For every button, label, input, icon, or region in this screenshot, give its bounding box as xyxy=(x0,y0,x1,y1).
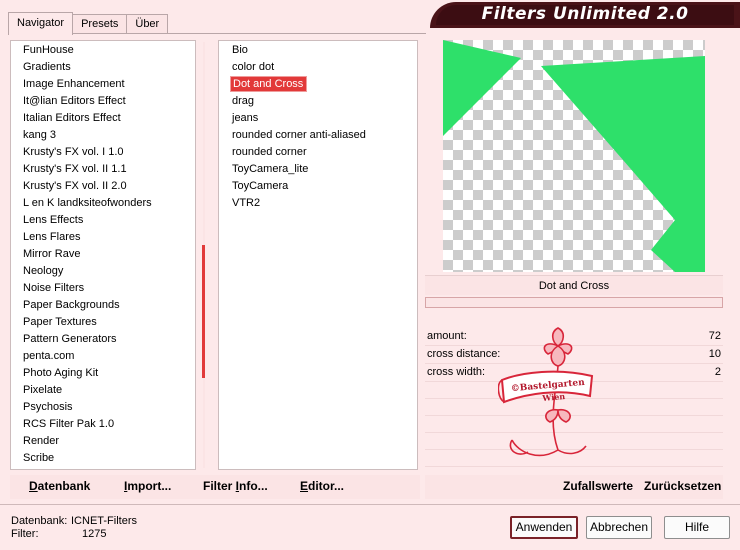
category-scrollbar[interactable] xyxy=(196,40,212,470)
category-item[interactable]: Lens Flares xyxy=(11,229,195,246)
status-area: Datenbank: ICNET-Filters Filter: 1275 xyxy=(11,515,137,541)
category-item[interactable]: Noise Filters xyxy=(11,280,195,297)
datenbank-button[interactable]: Datenbank xyxy=(29,479,90,493)
category-item[interactable]: Image Enhancement xyxy=(11,76,195,93)
filter-list[interactable]: Bio color dot Dot and Cross drag jeans rounde… xyxy=(218,40,418,470)
apply-button[interactable]: Anwenden xyxy=(510,516,578,539)
progress-bar xyxy=(425,297,723,308)
filter-item[interactable]: jeans xyxy=(219,110,417,127)
current-filter-name: Dot and Cross xyxy=(425,275,723,295)
category-item[interactable]: Gradients xyxy=(11,59,195,76)
param-value: 10 xyxy=(708,348,721,360)
watermark-line2: Wien xyxy=(541,391,566,403)
category-item[interactable]: Paper Textures xyxy=(11,314,195,331)
db-label: Datenbank: xyxy=(11,515,68,527)
zufallswerte-button[interactable]: Zufallswerte xyxy=(563,479,633,493)
left-toolbar: Datenbank Import... Filter Info... Edito… xyxy=(10,475,420,499)
zuruecksetzen-button[interactable]: Zurücksetzen xyxy=(644,479,721,493)
category-item[interactable]: Photo Aging Kit xyxy=(11,365,195,382)
category-item[interactable]: RCS Filter Pak 1.0 xyxy=(11,416,195,433)
tab-navigator[interactable]: Navigator xyxy=(8,12,74,35)
category-list[interactable]: FunHouse Gradients Image Enhancement It@lia… xyxy=(10,40,196,470)
category-item[interactable]: Krusty's FX vol. II 2.0 xyxy=(11,178,195,195)
tab-ueber[interactable]: Über xyxy=(126,14,169,34)
filter-item[interactable]: color dot xyxy=(219,59,417,76)
category-list-items: FunHouse Gradients Image Enhancement It@lia… xyxy=(11,41,195,469)
filter-count-value: 1275 xyxy=(82,528,107,540)
category-item[interactable]: Lens Effects xyxy=(11,212,195,229)
param-label: cross width: xyxy=(427,366,486,378)
filter-item[interactable]: VTR2 xyxy=(219,195,417,212)
category-item[interactable]: Pixelate xyxy=(11,382,195,399)
title-bar: Filters Unlimited 2.0 xyxy=(430,2,740,28)
param-value: 72 xyxy=(708,330,721,342)
preview-area xyxy=(425,40,723,272)
tab-presets[interactable]: Presets xyxy=(72,14,128,34)
filter-item[interactable]: Dot and Cross xyxy=(219,76,417,93)
param-value: 2 xyxy=(714,366,721,378)
param-label: amount: xyxy=(427,330,467,342)
category-item[interactable]: Paper Backgrounds xyxy=(11,297,195,314)
tab-strip: Navigator Presets Über xyxy=(8,12,169,35)
category-item[interactable]: Scribe xyxy=(11,450,195,467)
scrollbar-thumb[interactable] xyxy=(202,245,205,378)
category-item[interactable]: Pattern Generators xyxy=(11,331,195,348)
filter-info-button[interactable]: Filter Info... xyxy=(203,479,268,493)
filter-item[interactable]: ToyCamera xyxy=(219,178,417,195)
filter-item[interactable]: rounded corner anti-aliased xyxy=(219,127,417,144)
category-item[interactable]: Krusty's FX vol. I 1.0 xyxy=(11,144,195,161)
category-item[interactable]: Psychosis xyxy=(11,399,195,416)
filter-list-items: Bio color dot Dot and Cross drag jeans rounde… xyxy=(219,41,417,212)
filter-item[interactable]: rounded corner xyxy=(219,144,417,161)
category-item[interactable]: Italian Editors Effect xyxy=(11,110,195,127)
watermark-logo: ©Bastelgarten Wien xyxy=(498,327,594,457)
cancel-button[interactable]: Abbrechen xyxy=(586,516,652,539)
category-item[interactable]: Neology xyxy=(11,263,195,280)
filter-item[interactable]: ToyCamera_lite xyxy=(219,161,417,178)
right-toolbar: Zufallswerte Zurücksetzen xyxy=(425,475,723,499)
editor-button[interactable]: Editor... xyxy=(300,479,344,493)
category-item[interactable]: penta.com xyxy=(11,348,195,365)
filter-item[interactable]: Bio xyxy=(219,42,417,59)
category-item[interactable]: Krusty's FX vol. II 1.1 xyxy=(11,161,195,178)
footer-divider xyxy=(0,504,740,505)
category-item[interactable]: Mirror Rave xyxy=(11,246,195,263)
preview-image xyxy=(443,40,705,272)
help-button[interactable]: Hilfe xyxy=(664,516,730,539)
filter-item[interactable]: drag xyxy=(219,93,417,110)
category-item[interactable]: FunHouse xyxy=(11,42,195,59)
category-item[interactable]: Simple xyxy=(11,467,195,469)
category-item[interactable]: It@lian Editors Effect xyxy=(11,93,195,110)
category-item[interactable]: L en K landksiteofwonders xyxy=(11,195,195,212)
category-item[interactable]: kang 3 xyxy=(11,127,195,144)
category-item[interactable]: Render xyxy=(11,433,195,450)
param-label: cross distance: xyxy=(427,348,501,360)
filter-count-label: Filter: xyxy=(11,528,39,540)
db-value: ICNET-Filters xyxy=(71,515,137,527)
import-button[interactable]: Import... xyxy=(124,479,171,493)
app-title: Filters Unlimited 2.0 xyxy=(481,4,689,24)
